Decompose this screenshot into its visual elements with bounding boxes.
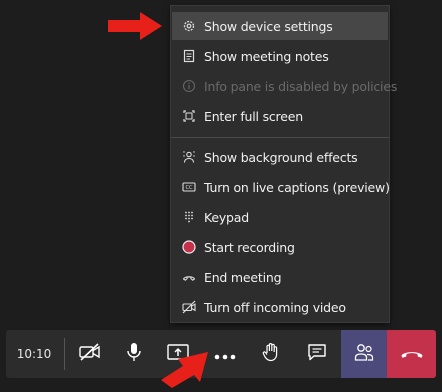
arrow-pointing-to-device-settings: [108, 12, 162, 40]
background-effects-icon: [182, 150, 196, 164]
video-off-icon: [182, 300, 196, 314]
menu-item-label: Show background effects: [204, 149, 358, 165]
fullscreen-icon: [182, 109, 196, 123]
end-meeting-icon: [182, 270, 196, 284]
participants-button[interactable]: [341, 330, 387, 378]
menu-item-turn-off-incoming-video[interactable]: Turn off incoming video: [172, 293, 388, 321]
keypad-icon: [182, 210, 196, 224]
toolbar-divider: [64, 338, 65, 370]
menu-item-label: Turn off incoming video: [204, 299, 346, 315]
menu-item-label: Show device settings: [204, 18, 333, 34]
svg-text:CC: CC: [186, 185, 193, 191]
hang-up-icon: [400, 345, 424, 364]
menu-item-live-captions[interactable]: CC Turn on live captions (preview): [172, 173, 390, 201]
meeting-timer: 10:10: [16, 347, 52, 361]
menu-item-show-device-settings[interactable]: Show device settings: [172, 12, 388, 40]
microphone-button[interactable]: [114, 330, 154, 378]
menu-item-label: Start recording: [204, 239, 295, 255]
meeting-toolbar: 10:10: [6, 330, 436, 378]
menu-item-label: Enter full screen: [204, 108, 303, 124]
menu-item-keypad[interactable]: Keypad: [172, 203, 388, 231]
participants-icon: [353, 342, 375, 366]
menu-item-label: Info pane is disabled by policies: [204, 78, 398, 94]
menu-item-label: End meeting: [204, 269, 282, 285]
record-icon: [182, 240, 196, 254]
captions-icon: CC: [182, 180, 196, 194]
raise-hand-icon: [262, 342, 280, 366]
more-options-menu: Show device settings Show meeting notes …: [170, 5, 397, 323]
chat-button[interactable]: [297, 330, 337, 378]
menu-item-show-meeting-notes[interactable]: Show meeting notes: [172, 42, 388, 70]
menu-item-start-recording[interactable]: Start recording: [172, 233, 388, 261]
menu-item-enter-full-screen[interactable]: Enter full screen: [172, 102, 388, 130]
notes-icon: [182, 49, 196, 63]
info-icon: [182, 79, 196, 93]
menu-item-label: Show meeting notes: [204, 48, 329, 64]
more-options-icon: [214, 345, 236, 364]
camera-toggle-button[interactable]: [70, 330, 110, 378]
arrow-pointing-to-more-options: [161, 352, 208, 388]
microphone-icon: [126, 342, 142, 366]
gear-icon: [182, 19, 196, 33]
menu-item-show-background-effects[interactable]: Show background effects: [172, 143, 388, 171]
menu-item-label: Turn on live captions (preview): [204, 179, 390, 195]
raise-hand-button[interactable]: [251, 330, 291, 378]
chat-icon: [307, 343, 327, 365]
menu-divider: [171, 137, 389, 138]
menu-item-end-meeting[interactable]: End meeting: [172, 263, 388, 291]
menu-item-label: Keypad: [204, 209, 249, 225]
menu-item-info-pane-disabled: Info pane is disabled by policies: [172, 72, 397, 100]
hang-up-button[interactable]: [387, 330, 436, 378]
camera-off-icon: [79, 343, 101, 365]
